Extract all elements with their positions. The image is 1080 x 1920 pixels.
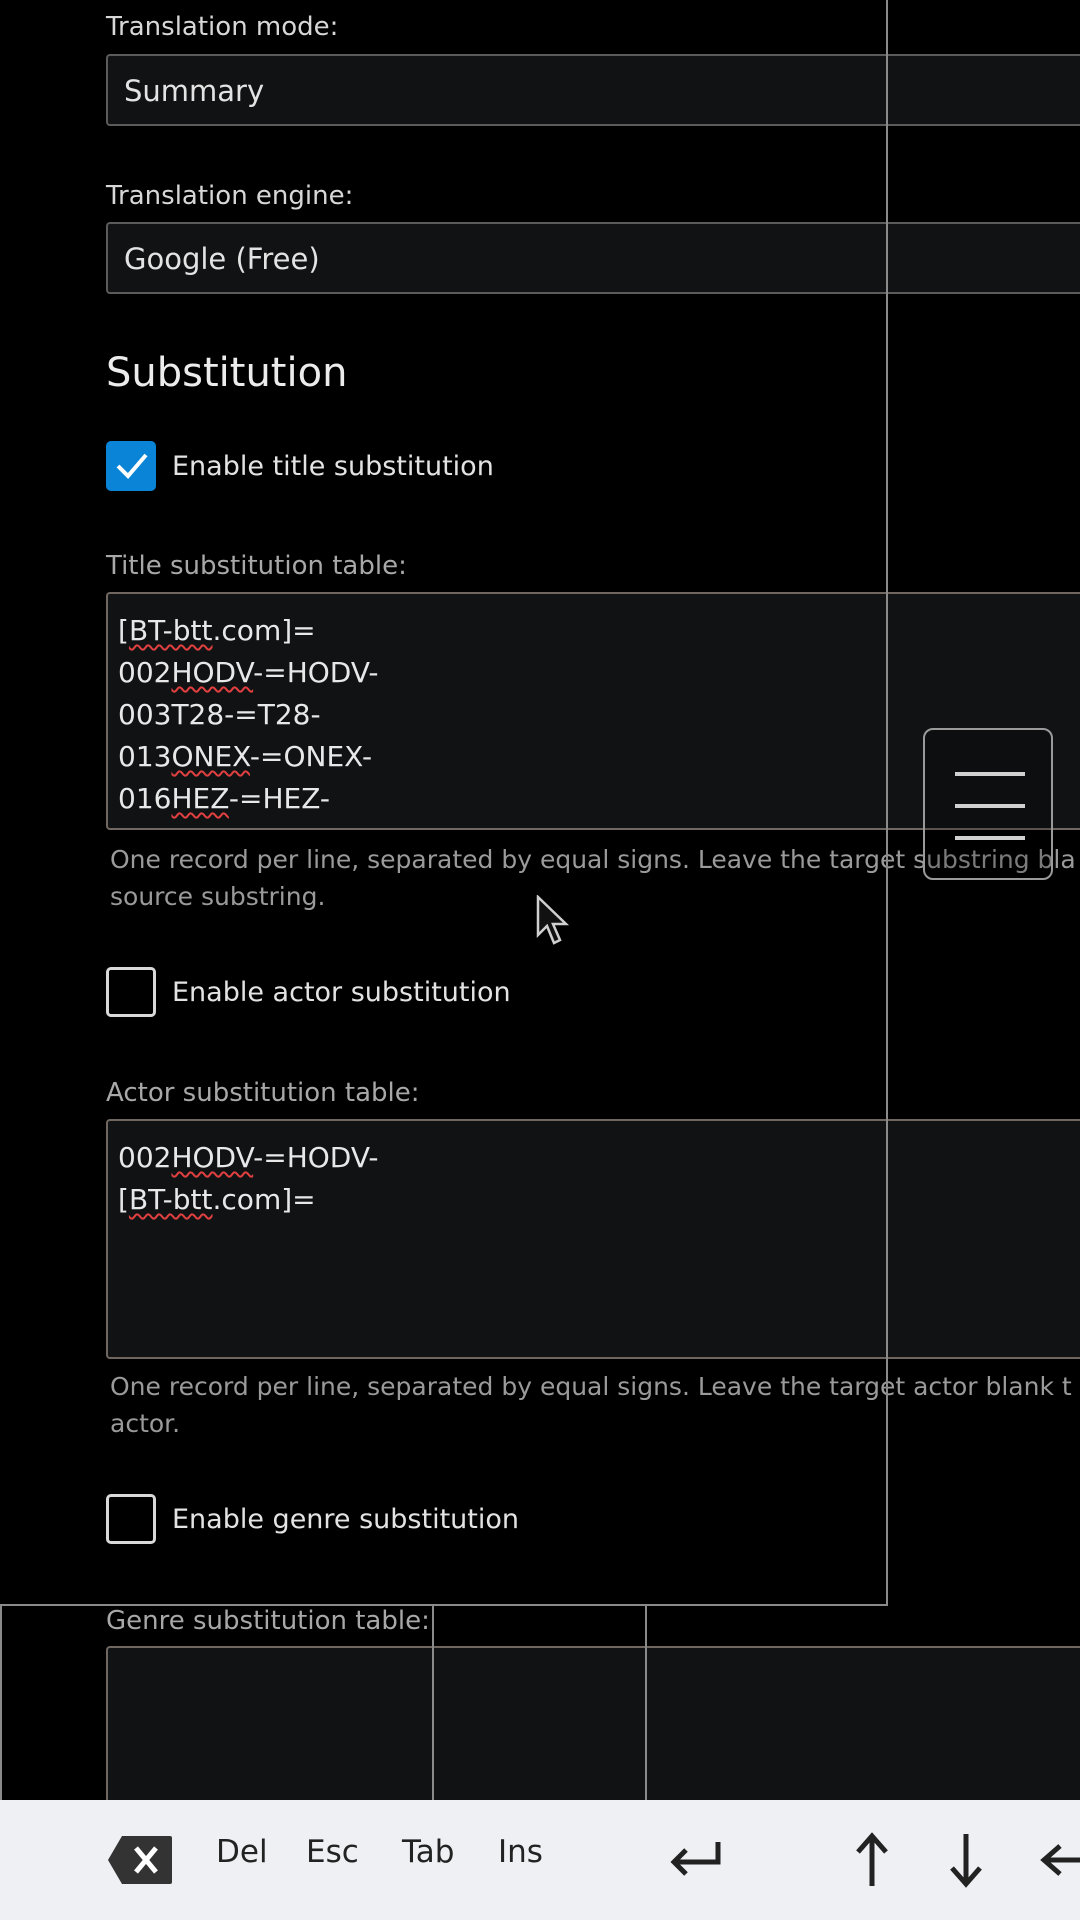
actor-substitution-help: One record per line, separated by equal … (110, 1372, 1072, 1438)
arrow-down-icon[interactable] (946, 1832, 986, 1888)
enter-icon[interactable] (668, 1838, 724, 1878)
overlay-border-bottom (0, 1604, 888, 1606)
genre-substitution-checkbox-label[interactable]: Enable genre substitution (172, 1504, 519, 1535)
floating-menu-button[interactable] (923, 728, 1053, 880)
genre-substitution-textarea[interactable] (106, 1646, 1080, 1826)
title-substitution-checkbox[interactable] (106, 441, 156, 491)
backspace-icon[interactable] (106, 1834, 174, 1886)
genre-substitution-checkbox[interactable] (106, 1494, 156, 1544)
title-sub-line-5: 016HEZ-=HEZ- (118, 782, 330, 815)
key-esc[interactable]: Esc (306, 1834, 359, 1870)
arrow-left-icon[interactable] (1040, 1840, 1080, 1880)
translation-mode-value: Summary (124, 74, 265, 108)
mouse-cursor-icon (536, 895, 570, 945)
title-sub-line-2: 002HODV-=HODV- (118, 656, 379, 689)
actor-substitution-textarea[interactable]: 002HODV-=HODV- [BT-btt.com]= (106, 1119, 1080, 1359)
actor-sub-line-1: 002HODV-=HODV- (118, 1141, 379, 1174)
overlay-border-left (0, 1606, 2, 1800)
title-sub-line-3: 003T28-=T28- (118, 698, 321, 731)
actor-sub-line-2: [BT-btt.com]= (118, 1183, 316, 1216)
title-sub-line-1: [BT-btt.com]= (118, 614, 316, 647)
translation-mode-label: Translation mode: (106, 12, 339, 42)
translation-mode-select[interactable]: Summary (106, 54, 1080, 126)
actor-substitution-table-label: Actor substitution table: (106, 1078, 420, 1108)
overlay-border-right (886, 0, 888, 1606)
title-substitution-table-label: Title substitution table: (106, 551, 407, 581)
actor-substitution-checkbox-label[interactable]: Enable actor substitution (172, 977, 511, 1008)
overlay-divider-2 (645, 1606, 647, 1800)
extra-keys-bar: Del Esc Tab Ins (0, 1800, 1080, 1920)
overlay-divider-1 (432, 1606, 434, 1800)
title-sub-line-4: 013ONEX-=ONEX- (118, 740, 373, 773)
arrow-up-icon[interactable] (852, 1832, 892, 1888)
title-substitution-checkbox-label[interactable]: Enable title substitution (172, 451, 494, 482)
checkmark-icon (116, 453, 148, 479)
translation-engine-value: Google (Free) (124, 242, 320, 276)
genre-substitution-table-label: Genre substitution table: (106, 1606, 430, 1636)
key-ins[interactable]: Ins (498, 1834, 543, 1870)
key-del[interactable]: Del (216, 1834, 268, 1870)
section-title-substitution: Substitution (106, 350, 348, 396)
actor-substitution-checkbox[interactable] (106, 967, 156, 1017)
translation-engine-label: Translation engine: (106, 181, 354, 211)
translation-engine-select[interactable]: Google (Free) (106, 222, 1080, 294)
key-tab[interactable]: Tab (402, 1834, 454, 1870)
